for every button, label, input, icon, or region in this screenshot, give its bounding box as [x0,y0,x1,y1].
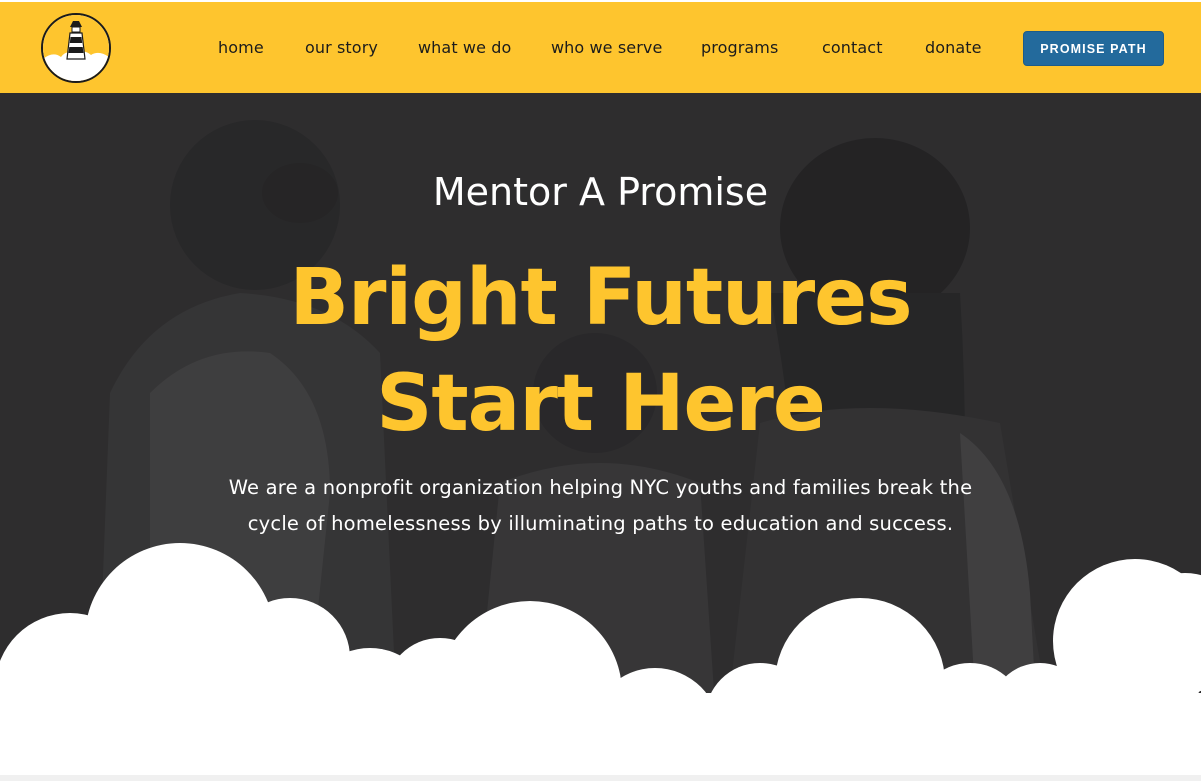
nav-programs[interactable]: programs [701,38,778,57]
lighthouse-icon [43,15,109,81]
nav-home[interactable]: home [218,38,264,57]
cloud-divider [0,543,1201,781]
nav-our-story[interactable]: our story [305,38,378,57]
nav-donate[interactable]: donate [925,38,982,57]
site-header: home our story what we do who we serve p… [0,0,1201,93]
site-logo[interactable] [41,13,111,83]
nav-who-we-serve[interactable]: who we serve [551,38,662,57]
hero-section: Mentor A Promise Bright Futures Start He… [0,93,1201,781]
promise-path-button[interactable]: PROMISE PATH [1023,31,1164,66]
page-bottom-edge [0,775,1201,781]
nav-what-we-do[interactable]: what we do [418,38,511,57]
nav-contact[interactable]: contact [822,38,883,57]
